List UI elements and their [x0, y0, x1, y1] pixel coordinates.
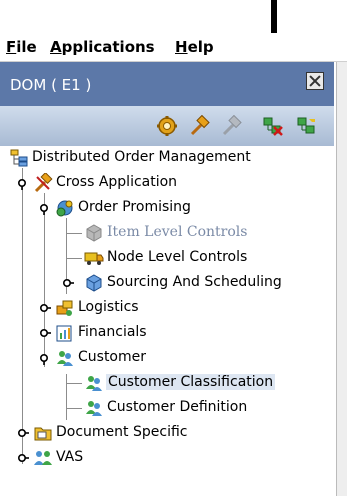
tree-connector: [66, 408, 82, 409]
menu-bar: File Applications Help: [0, 33, 347, 62]
tree-node-customer[interactable]: Customer: [0, 346, 334, 370]
disabled-hammer-icon: [220, 114, 242, 137]
tree-node-label: Distributed Order Management: [32, 149, 251, 165]
scrollbar[interactable]: [336, 62, 347, 496]
tree-node-label: Customer Definition: [107, 399, 248, 415]
tree-node-vas[interactable]: VAS: [0, 446, 334, 470]
disabled-cube-icon: [84, 223, 104, 243]
tools-icon: [33, 171, 53, 193]
tree-connector: [66, 233, 82, 234]
tree-node-label: Item Level Controls: [107, 224, 248, 240]
expand-icon[interactable]: [37, 301, 51, 315]
menu-applications[interactable]: Applications: [50, 38, 155, 56]
panel-titlebar: DOM ( E1 ): [0, 62, 334, 106]
collapse-icon[interactable]: [15, 176, 29, 190]
add-node-icon[interactable]: [296, 115, 318, 137]
collapse-icon[interactable]: [37, 201, 51, 215]
tree-node-label: Document Specific: [56, 424, 188, 440]
dom-panel: DOM ( E1 ) Distributed Order Management …: [0, 62, 337, 496]
truck-icon: [84, 248, 104, 268]
tree-node-sourcing-and-scheduling[interactable]: Sourcing And Scheduling: [0, 271, 334, 295]
tree-node-item-level-controls[interactable]: Item Level Controls: [0, 221, 334, 245]
tree-node-label: VAS: [56, 449, 84, 465]
collapse-icon[interactable]: [37, 351, 51, 365]
tree-node-label: Customer Classification: [106, 374, 276, 390]
expand-icon[interactable]: [60, 276, 74, 290]
navigation-tree: Distributed Order Management Cross Appli…: [0, 146, 334, 496]
tree-node-document-specific[interactable]: Document Specific: [0, 421, 334, 445]
panel-title: DOM ( E1 ): [10, 76, 92, 94]
tree-node-label: Order Promising: [78, 199, 191, 215]
customer-icon: [84, 373, 104, 393]
tree-node-root[interactable]: Distributed Order Management: [0, 146, 334, 170]
tree-connector: [66, 383, 82, 384]
tree-node-label: Customer: [78, 349, 147, 365]
hierarchy-icon: [9, 148, 29, 168]
logistics-icon: [55, 298, 75, 318]
tree-node-logistics[interactable]: Logistics: [0, 296, 334, 320]
tree-node-label: Sourcing And Scheduling: [107, 274, 282, 290]
vas-icon: [33, 448, 53, 468]
tree-node-label: Cross Application: [56, 174, 178, 190]
gear-icon[interactable]: [156, 115, 178, 137]
tree-node-financials[interactable]: Financials: [0, 321, 334, 345]
menu-help[interactable]: Help: [175, 38, 214, 56]
tree-node-customer-definition[interactable]: Customer Definition: [0, 396, 334, 420]
customer-icon: [55, 348, 75, 368]
folder-icon: [33, 423, 53, 443]
network-icon: [55, 198, 75, 218]
customer-icon: [84, 398, 104, 418]
tree-node-label: Logistics: [78, 299, 139, 315]
hammer-icon[interactable]: [188, 114, 210, 137]
panel-toolbar: [0, 106, 334, 146]
financials-icon: [55, 323, 75, 343]
tree-node-label: Node Level Controls: [107, 249, 248, 265]
expand-icon[interactable]: [37, 326, 51, 340]
tree-node-order-promising[interactable]: Order Promising: [0, 196, 334, 220]
tree-node-node-level-controls[interactable]: Node Level Controls: [0, 246, 334, 270]
expand-icon[interactable]: [15, 426, 29, 440]
expand-icon[interactable]: [15, 451, 29, 465]
tree-node-cross-application[interactable]: Cross Application: [0, 171, 334, 195]
tree-node-customer-classification[interactable]: Customer Classification: [0, 371, 334, 395]
cube-icon: [84, 273, 104, 293]
tree-connector: [66, 258, 82, 259]
delete-node-icon[interactable]: [262, 115, 284, 137]
tree-node-label: Financials: [78, 324, 147, 340]
menu-file[interactable]: File: [6, 38, 37, 56]
close-icon[interactable]: [306, 72, 324, 90]
